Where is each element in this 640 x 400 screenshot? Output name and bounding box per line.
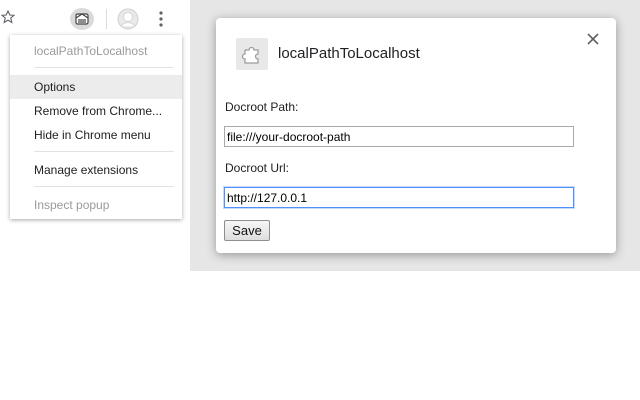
menu-item-hide-in-chrome-menu[interactable]: Hide in Chrome menu — [10, 123, 182, 147]
extension-icon[interactable] — [70, 8, 94, 30]
menu-divider — [34, 67, 174, 68]
extension-context-menu: localPathToLocalhost Options Remove from… — [10, 35, 182, 219]
save-button[interactable]: Save — [224, 220, 270, 241]
chrome-menu-icon[interactable] — [157, 9, 165, 29]
close-icon[interactable] — [586, 32, 600, 46]
menu-item-options[interactable]: Options — [10, 75, 182, 99]
menu-extension-name: localPathToLocalhost — [34, 44, 148, 58]
menu-divider — [34, 186, 174, 187]
docroot-path-label: Docroot Path: — [225, 100, 299, 114]
dialog-title: localPathToLocalhost — [278, 45, 420, 62]
docroot-url-label: Docroot Url: — [225, 161, 290, 175]
browser-toolbar — [0, 0, 188, 34]
menu-item-inspect-popup: Inspect popup — [34, 198, 110, 212]
docroot-url-input[interactable] — [224, 187, 574, 208]
toolbar-divider — [106, 9, 107, 29]
menu-item-manage-extensions[interactable]: Manage extensions — [10, 158, 182, 182]
options-dialog: localPathToLocalhost Docroot Path: Docro… — [216, 18, 616, 253]
profile-icon[interactable] — [117, 8, 139, 30]
menu-divider — [34, 151, 174, 152]
docroot-path-input[interactable] — [224, 126, 574, 147]
bookmark-star-icon[interactable] — [1, 10, 15, 24]
menu-item-remove-from-chrome[interactable]: Remove from Chrome... — [10, 99, 182, 123]
puzzle-piece-icon — [236, 38, 268, 70]
